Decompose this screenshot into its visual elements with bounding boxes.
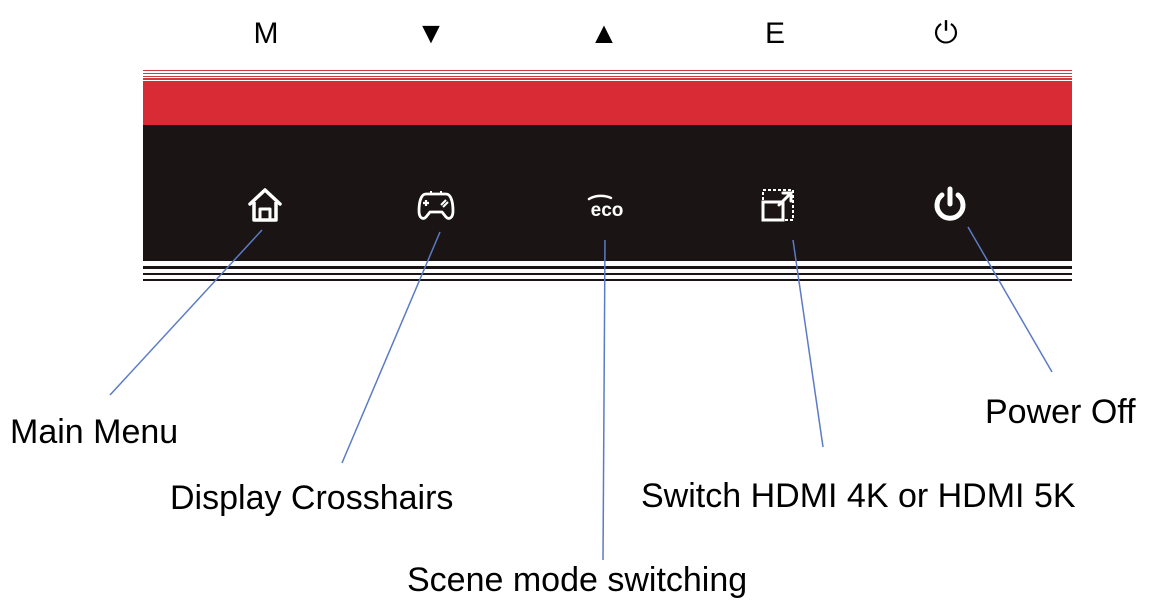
key-letter-power: ⏻ (934, 17, 958, 50)
monitor-bezel (143, 70, 1072, 290)
label-main-menu: Main Menu (10, 413, 179, 451)
red-band (143, 81, 1072, 125)
top-rule-3 (143, 76, 1072, 77)
eco-icon[interactable]: eco (587, 185, 627, 225)
eco-text: eco (591, 200, 624, 221)
top-rule-4 (143, 78, 1072, 80)
label-power-off: Power Off (985, 393, 1136, 431)
power-icon[interactable] (930, 185, 970, 225)
key-letter-exit: E (764, 17, 785, 50)
gamepad-icon[interactable] (416, 185, 456, 225)
label-display-crosshairs: Display Crosshairs (170, 479, 454, 517)
label-switch-hdmi: Switch HDMI 4K or HDMI 5K (641, 477, 1076, 515)
bottom-rule-1 (143, 266, 1072, 269)
key-letter-up: ▲ (589, 17, 619, 50)
home-icon[interactable] (245, 185, 285, 225)
key-letter-down: ▼ (416, 17, 446, 50)
key-letter-menu: M (253, 17, 279, 50)
top-rule-1 (143, 70, 1072, 71)
resize-window-icon[interactable] (758, 185, 798, 225)
bottom-rule-3 (143, 279, 1072, 281)
label-scene-mode: Scene mode switching (407, 561, 748, 599)
top-rule-2 (143, 73, 1072, 74)
bottom-rule-2 (143, 273, 1072, 275)
